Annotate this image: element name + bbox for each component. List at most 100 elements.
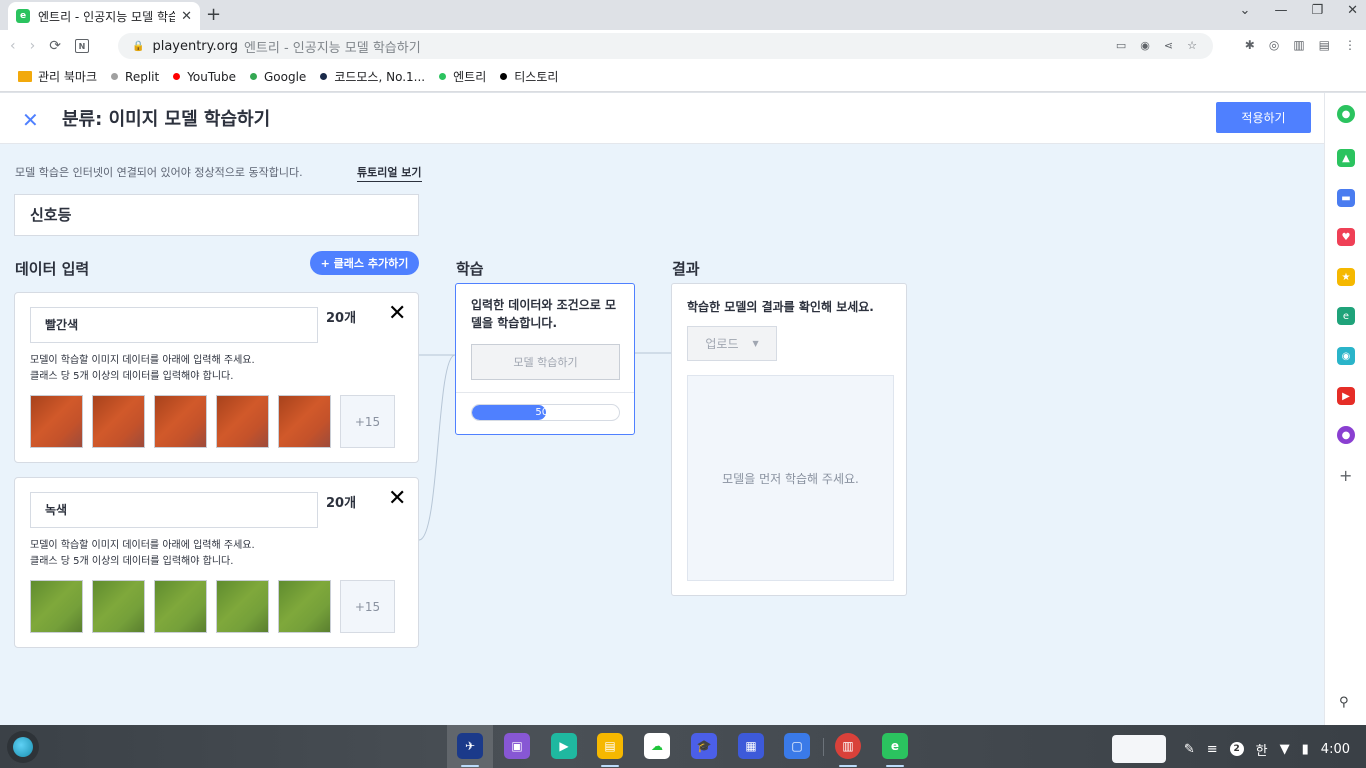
calendar-app-icon[interactable]: ▥ <box>835 733 861 759</box>
folder-icon <box>18 71 32 82</box>
entry-app-icon[interactable]: e <box>882 733 908 759</box>
lock-icon[interactable]: 🔒 <box>132 41 144 52</box>
upload-dropdown[interactable]: 업로드 ▼ <box>687 326 777 361</box>
reload-icon[interactable]: ⟳ <box>49 38 61 54</box>
bookmark-tistory[interactable]: 티스토리 <box>500 68 558 85</box>
apply-button[interactable]: 적용하기 <box>1216 102 1311 133</box>
image-thumbnail[interactable] <box>30 395 83 448</box>
new-tab-icon[interactable]: + <box>206 4 221 25</box>
close-window-icon[interactable]: ✕ <box>1347 3 1358 18</box>
image-thumbnail[interactable] <box>278 395 331 448</box>
youtube-side-icon[interactable]: ▶ <box>1337 387 1355 405</box>
files-app-icon[interactable]: ▤ <box>597 733 623 759</box>
screenshot-icon[interactable]: ◉ <box>1140 39 1150 52</box>
result-card: 학습한 모델의 결과를 확인해 보세요. 업로드 ▼ 모델을 먼저 학습해 주세… <box>671 283 907 596</box>
tab-search-icon[interactable]: ⌄ <box>1240 3 1251 18</box>
back-icon[interactable]: ‹ <box>10 38 16 54</box>
pocket-icon[interactable]: ♥ <box>1337 228 1355 246</box>
bookmark-replit[interactable]: Replit <box>111 70 159 84</box>
address-bar[interactable]: 🔒 playentry.org 엔트리 - 인공지능 모델 학습하기 ▭ ◉ ⋖… <box>118 33 1213 59</box>
sidebar-icon[interactable]: ▥ <box>1293 38 1304 52</box>
edge-icon[interactable]: e <box>1337 307 1355 325</box>
class-desc-line: 모델이 학습할 이미지 데이터를 아래에 입력해 주세요. <box>30 355 255 366</box>
more-images-button[interactable]: +15 <box>340 580 395 633</box>
bookmark-folder[interactable]: 관리 북마크 <box>18 68 97 85</box>
tab-close-icon[interactable]: ✕ <box>181 9 192 24</box>
menu-icon[interactable]: ⋮ <box>1344 38 1356 52</box>
cast-icon[interactable]: ▭ <box>1116 39 1126 52</box>
class-card: 빨간색 20개 ✕ 모델이 학습할 이미지 데이터를 아래에 입력해 주세요. … <box>14 292 419 463</box>
restore-icon[interactable]: ❐ <box>1311 3 1323 18</box>
bookmark-google[interactable]: Google <box>249 69 307 84</box>
cloud-app-icon[interactable]: ☁ <box>644 733 670 759</box>
launcher-icon <box>13 737 33 757</box>
close-model-icon[interactable]: ✕ <box>22 108 39 132</box>
camera-icon[interactable]: ◉ <box>1337 347 1355 365</box>
bookmark-youtube[interactable]: YouTube <box>173 70 236 84</box>
delete-class-icon[interactable]: ✕ <box>388 486 406 511</box>
bookmark-label: Google <box>263 69 307 84</box>
media-icon[interactable]: ≡ <box>1207 742 1218 757</box>
forward-icon[interactable]: › <box>30 38 36 54</box>
class-name-input[interactable]: 빨간색 <box>30 307 318 343</box>
bookmark-star-icon[interactable]: ☆ <box>1187 39 1197 52</box>
whale-green-icon[interactable]: ● <box>1337 105 1355 123</box>
class-desc-line: 클래스 당 5개 이상의 데이터를 입력해야 합니다. <box>30 556 234 567</box>
add-panel-icon[interactable]: + <box>1339 466 1352 485</box>
class-name-input[interactable]: 녹색 <box>30 492 318 528</box>
delete-class-icon[interactable]: ✕ <box>388 301 406 326</box>
url-host: playentry.org <box>152 38 238 54</box>
side-panel-icon[interactable]: ▤ <box>1319 38 1330 52</box>
image-thumbnail[interactable] <box>154 395 207 448</box>
image-thumbnail[interactable] <box>216 580 269 633</box>
progress-text: 50% <box>535 407 558 418</box>
train-model-button[interactable]: 모델 학습하기 <box>471 344 620 380</box>
image-thumbnail[interactable] <box>92 580 145 633</box>
thumbnail-list: +15 <box>30 395 395 448</box>
image-thumbnail[interactable] <box>216 395 269 448</box>
upload-label: 업로드 <box>705 337 739 351</box>
pin-icon[interactable]: ⚲ <box>1339 695 1349 710</box>
presentation-app-icon[interactable]: ▦ <box>738 733 764 759</box>
minimize-icon[interactable]: — <box>1274 3 1287 18</box>
extension-n-icon[interactable]: N <box>74 39 89 53</box>
more-images-button[interactable]: +15 <box>340 395 395 448</box>
system-tray[interactable]: ✎ ≡ 2 한 ▼ ▮ 4:00 <box>1111 735 1350 763</box>
work-app-icon[interactable]: ▣ <box>504 733 530 759</box>
class-description: 모델이 학습할 이미지 데이터를 아래에 입력해 주세요. 클래스 당 5개 이… <box>30 538 255 570</box>
image-thumbnail[interactable] <box>30 580 83 633</box>
share-icon[interactable]: ⋖ <box>1164 39 1173 52</box>
pen-icon[interactable]: ✎ <box>1184 742 1195 757</box>
launcher-button[interactable] <box>7 731 39 763</box>
star-icon[interactable]: ★ <box>1337 268 1355 286</box>
bookmark-codemos[interactable]: 코드모스, No.1... <box>320 68 425 85</box>
book-app-icon[interactable]: ▢ <box>784 733 810 759</box>
holding-space-thumbnail[interactable] <box>1111 735 1166 763</box>
wallet-icon[interactable]: ▬ <box>1337 189 1355 207</box>
image-thumbnail[interactable] <box>154 580 207 633</box>
image-thumbnail[interactable] <box>92 395 145 448</box>
meet-app-icon[interactable]: ▶ <box>551 733 577 759</box>
replit-icon <box>111 73 119 80</box>
image-thumbnail[interactable] <box>278 580 331 633</box>
tab-title: 엔트리 - 인공지능 모델 학습하기 <box>38 9 176 24</box>
class-desc-line: 모델이 학습할 이미지 데이터를 아래에 입력해 주세요. <box>30 540 255 551</box>
whale-app-icon[interactable]: ✈ <box>457 733 483 759</box>
extensions-icon[interactable]: ✱ <box>1245 38 1255 52</box>
circles-icon[interactable]: ● <box>1337 426 1355 444</box>
app-running-indicator <box>886 765 904 767</box>
bookmark-entry[interactable]: 엔트리 <box>439 68 486 85</box>
workspace: 모델 학습은 인터넷이 연결되어 있어야 정상적으로 동작합니다. 튜토리얼 보… <box>0 144 1324 725</box>
notification-icon[interactable]: ▲ <box>1337 149 1355 167</box>
browser-tab[interactable]: e 엔트리 - 인공지능 모델 학습하기 ✕ <box>8 2 200 30</box>
result-description: 학습한 모델의 결과를 확인해 보세요. <box>687 300 874 314</box>
entry-icon <box>439 73 447 80</box>
lens-icon[interactable]: ◎ <box>1269 38 1279 52</box>
browser-toolbar: ‹ › ⟳ N 🔒 playentry.org 엔트리 - 인공지능 모델 학습… <box>0 30 1366 62</box>
tistory-icon <box>500 73 508 80</box>
bookmark-label: 코드모스, No.1... <box>334 70 426 84</box>
page-title: 분류: 이미지 모델 학습하기 <box>62 109 271 130</box>
app-running-indicator <box>601 765 619 767</box>
side-panel: ● ▲ ▬ ♥ ★ e ◉ ▶ ● + ⚲ <box>1324 93 1366 725</box>
classroom-app-icon[interactable]: 🎓 <box>691 733 717 759</box>
